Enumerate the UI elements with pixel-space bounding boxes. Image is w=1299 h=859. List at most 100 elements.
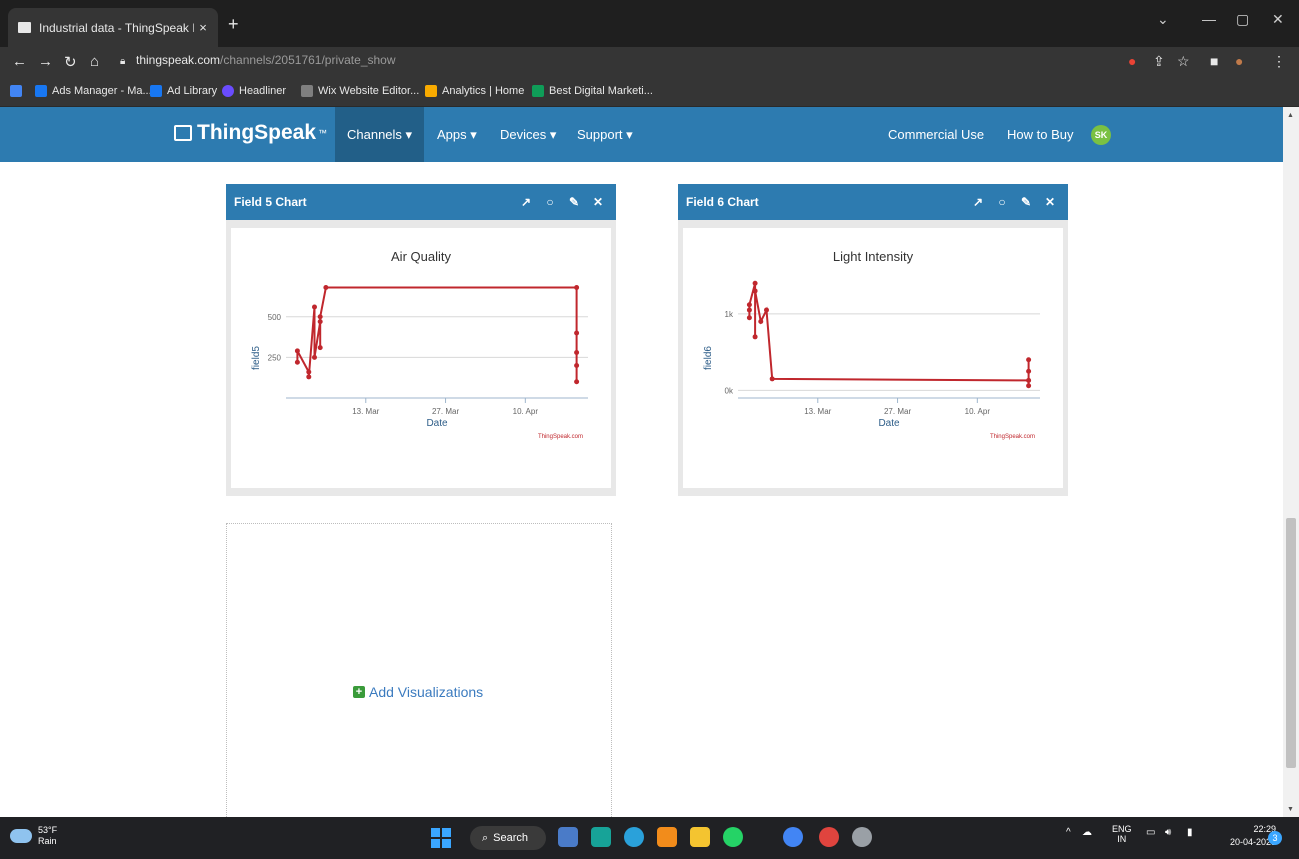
tray-chevron-icon[interactable]: ^: [1066, 827, 1071, 838]
nav-how-to-buy[interactable]: How to Buy: [995, 107, 1085, 162]
comment-icon[interactable]: ○: [538, 195, 562, 209]
lock-icon[interactable]: 🔒︎: [120, 56, 125, 67]
tab-close-icon[interactable]: ×: [194, 20, 212, 35]
bookmark-wix[interactable]: Wix Website Editor...: [301, 85, 419, 97]
data-point: [746, 307, 752, 313]
data-point: [1026, 377, 1032, 383]
external-link-icon[interactable]: ↗: [966, 195, 990, 209]
data-point: [294, 359, 300, 365]
address-bar: ← → ↻ ⌂ 🔒︎ thingspeak.com/channels/20517…: [0, 47, 1299, 78]
avatar[interactable]: SK: [1091, 125, 1111, 145]
data-point: [1026, 368, 1032, 374]
windows-taskbar: 53°F Rain ⌕ Search ^ ☁ ENG IN ▭ 🔊︎ ▮ 22:29 2…: [0, 817, 1299, 859]
trademark: ™: [318, 128, 328, 138]
x-tick-label: 27. Mar: [432, 407, 459, 416]
x-tick-label: 13. Mar: [804, 407, 831, 416]
nav-support[interactable]: Support ▾: [565, 107, 645, 162]
close-icon[interactable]: ✕: [586, 195, 610, 209]
file-explorer-icon[interactable]: [558, 827, 578, 847]
volume-icon[interactable]: 🔊︎: [1165, 827, 1171, 838]
maximize-icon[interactable]: ▢: [1236, 11, 1249, 28]
windows-start-icon[interactable]: [431, 828, 451, 848]
apps-icon[interactable]: [10, 85, 27, 97]
x-axis-label: Date: [878, 418, 900, 429]
telegram-icon[interactable]: [624, 827, 644, 847]
folder-icon[interactable]: [690, 827, 710, 847]
share-icon[interactable]: ⇪: [1153, 53, 1165, 70]
data-point: [746, 315, 752, 321]
taskbar-search[interactable]: ⌕ Search: [470, 826, 546, 850]
url-path: /channels/2051761/private_show: [220, 53, 396, 67]
add-visualizations-button[interactable]: + Add Visualizations: [353, 684, 483, 700]
chat-bubble-icon: [174, 125, 192, 141]
bookmark-ads-manager[interactable]: Ads Manager - Ma...: [35, 85, 152, 97]
browser-tab[interactable]: Industrial data - ThingSpeak IoT ×: [8, 8, 218, 47]
external-link-icon[interactable]: ↗: [514, 195, 538, 209]
profile-icon[interactable]: ●: [1235, 53, 1243, 69]
battery-icon[interactable]: ▮: [1187, 827, 1193, 838]
thingspeak-logo[interactable]: ThingSpeak ™: [174, 121, 327, 145]
x-tick-label: 10. Apr: [513, 407, 539, 416]
x-tick-label: 27. Mar: [884, 407, 911, 416]
data-point: [769, 376, 775, 382]
url-host: thingspeak.com: [136, 53, 221, 67]
app-red-icon[interactable]: [819, 827, 839, 847]
data-point: [752, 334, 758, 340]
bookmark-headliner[interactable]: Headliner: [222, 85, 286, 97]
lang-primary: ENG: [1112, 824, 1132, 834]
language-indicator[interactable]: ENG IN: [1112, 824, 1132, 844]
widget-title: Field 6 Chart: [686, 195, 759, 209]
nav-devices[interactable]: Devices ▾: [488, 107, 568, 162]
chart-credit: ThingSpeak.com: [990, 434, 1035, 440]
chrome-icon[interactable]: [783, 827, 803, 847]
nav-apps[interactable]: Apps ▾: [425, 107, 489, 162]
x-tick-label: 13. Mar: [352, 407, 379, 416]
url-field[interactable]: thingspeak.com/channels/2051761/private_…: [136, 53, 396, 67]
edit-pencil-icon[interactable]: ✎: [562, 195, 586, 209]
bookmark-analytics[interactable]: Analytics | Home: [425, 85, 524, 97]
scroll-down-icon[interactable]: ▼: [1287, 806, 1294, 813]
nav-commercial-use[interactable]: Commercial Use: [876, 107, 996, 162]
x-axis-label: Date: [426, 418, 448, 429]
close-window-icon[interactable]: ✕: [1272, 11, 1284, 28]
logo-text: ThingSpeak: [197, 121, 317, 144]
notification-badge[interactable]: 3: [1268, 831, 1282, 845]
close-icon[interactable]: ✕: [1038, 195, 1062, 209]
data-point: [306, 374, 312, 380]
data-point: [1026, 383, 1032, 389]
comment-icon[interactable]: ○: [990, 195, 1014, 209]
tab-title: Industrial data - ThingSpeak IoT: [39, 20, 194, 35]
minimize-icon[interactable]: —: [1202, 11, 1216, 27]
new-tab-button[interactable]: +: [228, 14, 239, 35]
forward-icon[interactable]: →: [38, 53, 53, 70]
bookmark-label: Best Digital Marketi...: [549, 85, 653, 97]
nav-channels[interactable]: Channels ▾: [335, 107, 425, 162]
bookmark-digital-marketing[interactable]: Best Digital Marketi...: [532, 85, 653, 97]
menu-icon[interactable]: ⋮: [1272, 53, 1286, 70]
arduino-icon[interactable]: [591, 827, 611, 847]
search-label: Search: [493, 832, 529, 844]
back-icon[interactable]: ←: [12, 53, 27, 70]
edit-pencil-icon[interactable]: ✎: [1014, 195, 1038, 209]
data-point: [323, 285, 329, 290]
scroll-up-icon[interactable]: ▲: [1287, 112, 1294, 119]
vlc-icon[interactable]: [657, 827, 677, 847]
home-icon[interactable]: ⌂: [90, 53, 99, 70]
app-gray-icon[interactable]: [852, 827, 872, 847]
bookmark-ad-library[interactable]: Ad Library: [150, 85, 217, 97]
weather-widget[interactable]: 53°F Rain: [10, 825, 57, 847]
tab-search-icon[interactable]: ⌄: [1157, 11, 1169, 28]
google-icon[interactable]: ●: [1128, 53, 1136, 69]
whatsapp-icon[interactable]: [723, 827, 743, 847]
reload-icon[interactable]: ↻: [64, 53, 77, 71]
network-icon[interactable]: ▭: [1146, 827, 1155, 838]
tray-cloud-icon[interactable]: ☁: [1082, 827, 1092, 838]
bookmark-label: Ads Manager - Ma...: [52, 85, 152, 97]
bookmark-star-icon[interactable]: ☆: [1177, 53, 1190, 70]
plus-bookmark-icon: [532, 85, 544, 97]
data-point: [752, 280, 758, 286]
data-point: [306, 369, 312, 375]
sidepanel-icon[interactable]: ■: [1210, 53, 1218, 69]
data-point: [574, 330, 580, 336]
scrollbar-thumb[interactable]: [1286, 518, 1296, 768]
